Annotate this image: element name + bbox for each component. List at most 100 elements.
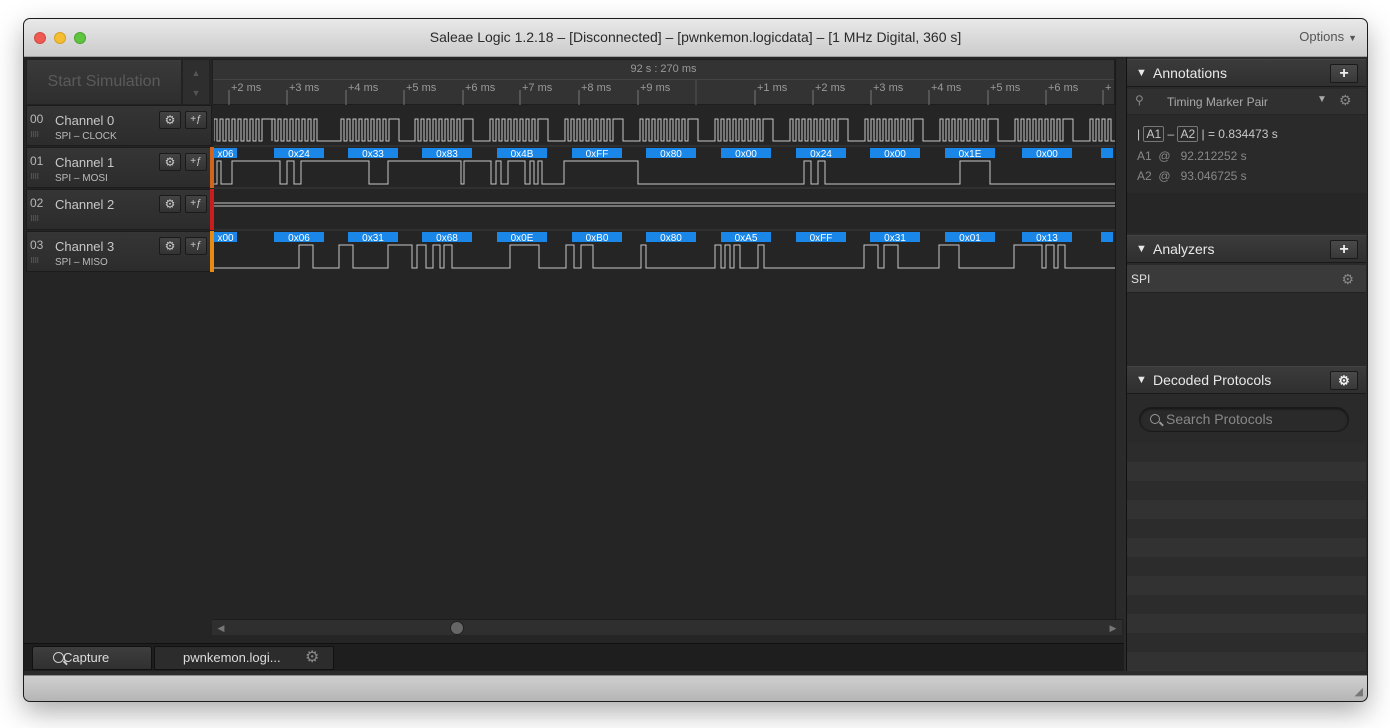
mosi-byte-label: 0x00 bbox=[735, 149, 757, 160]
options-menu[interactable]: Options ▼ bbox=[1299, 29, 1357, 44]
chevron-down-icon: ▼ bbox=[1348, 33, 1357, 43]
ruler-tick-label: +6 ms bbox=[465, 82, 496, 94]
chevron-down-icon[interactable]: ▼ bbox=[1317, 94, 1327, 105]
a1-value: 92.212252 s bbox=[1180, 149, 1247, 163]
miso-byte-label: 0xFF bbox=[810, 233, 833, 244]
clock-waveform bbox=[214, 118, 1115, 142]
drag-handle-icon[interactable]: ⠿⠿ bbox=[30, 173, 39, 181]
arrow-up-icon: ▲ bbox=[191, 68, 201, 78]
analyzer-item-spi[interactable]: SPI ⚙ bbox=[1127, 265, 1366, 293]
timeline-ruler[interactable]: 92 s : 270 ms +2 ms +3 ms +4 ms +5 ms +6 ms +… bbox=[212, 59, 1115, 106]
drag-handle-icon[interactable]: ⠿⠿ bbox=[30, 131, 39, 139]
gear-icon[interactable]: ⚙ bbox=[159, 111, 181, 129]
channel-analyzer-label: SPI – MISO bbox=[55, 257, 108, 268]
ruler-tick-label: +8 ms bbox=[581, 82, 612, 94]
decoded-protocols-header[interactable]: ▼ Decoded Protocols ⚙ bbox=[1127, 366, 1366, 394]
miso-byte-label: 0x13 bbox=[1036, 233, 1058, 244]
gear-icon[interactable]: ⚙ bbox=[159, 237, 181, 255]
analyzers-title: Analyzers bbox=[1153, 241, 1215, 257]
waveform-canvas[interactable]: x06 0x24 0x33 0x83 0x4B 0xFF 0x80 0x00 0x24 0x00 0… bbox=[214, 105, 1115, 273]
center-time-label: 92 s : 270 ms bbox=[213, 60, 1114, 80]
resize-grip-icon[interactable]: ◢ bbox=[1355, 685, 1363, 698]
delta-value: = 0.834473 s bbox=[1207, 127, 1278, 141]
miso-byte-label: 0x31 bbox=[362, 233, 384, 244]
arrow-down-icon: ▼ bbox=[191, 88, 201, 98]
channel-row[interactable]: 03 ⠿⠿ Channel 3 SPI – MISO ⚙ +ƒ bbox=[26, 231, 212, 272]
ruler-tick-label: +3 ms bbox=[289, 82, 320, 94]
channel-analyzer-label: SPI – MOSI bbox=[55, 173, 108, 184]
mosi-byte-label: 0x00 bbox=[1036, 149, 1058, 160]
tab-capture-label: Capture bbox=[63, 650, 110, 665]
status-bar: ◢ bbox=[24, 675, 1367, 701]
miso-byte-label: 0x80 bbox=[660, 233, 682, 244]
horizontal-scrollbar[interactable]: ◀ ▶ bbox=[212, 619, 1122, 635]
marker-delta: | A1 – A2 | = 0.834473 s bbox=[1137, 126, 1278, 142]
window-title: Saleae Logic 1.2.18 – [Disconnected] – [… bbox=[429, 29, 962, 45]
mosi-waveform bbox=[214, 160, 1115, 185]
trigger-icon[interactable]: +ƒ bbox=[185, 111, 207, 129]
channel-name[interactable]: Channel 1 bbox=[55, 155, 114, 170]
channel-row[interactable]: 02 ⠿⠿ Channel 2 ⚙ +ƒ bbox=[26, 189, 212, 230]
scroll-thumb[interactable] bbox=[450, 621, 464, 635]
vertical-scrollbar[interactable] bbox=[1115, 59, 1124, 619]
gear-icon[interactable]: ⚙ bbox=[1341, 265, 1354, 293]
tab-bar: Capture pwnkemon.logi... ⚙ bbox=[24, 643, 1124, 671]
marker-pair-label: Timing Marker Pair bbox=[1167, 95, 1268, 109]
ruler-tick-label: +5 ms bbox=[990, 82, 1021, 94]
gear-icon[interactable]: ⚙ bbox=[159, 195, 181, 213]
scroll-right-icon[interactable]: ▶ bbox=[1106, 622, 1120, 634]
decoded-settings-button[interactable]: ⚙ bbox=[1330, 371, 1358, 390]
channel-number: 01 bbox=[30, 154, 44, 168]
a1-badge: A1 bbox=[1143, 126, 1165, 142]
miso-byte-label: 0x06 bbox=[288, 233, 310, 244]
mosi-byte-label: x06 bbox=[217, 149, 234, 160]
a2-badge: A2 bbox=[1177, 126, 1199, 142]
annotations-header[interactable]: ▼ Annotations + bbox=[1127, 59, 1366, 87]
channel-row[interactable]: 00 ⠿⠿ Channel 0 SPI – CLOCK ⚙ +ƒ bbox=[26, 105, 212, 146]
miso-waveform bbox=[214, 244, 1115, 269]
side-panel: ▼ Annotations + ⚲ Timing Marker Pair ▼ ⚙… bbox=[1126, 57, 1366, 671]
decoded-protocols-list[interactable] bbox=[1127, 443, 1366, 671]
channel-name[interactable]: Channel 0 bbox=[55, 113, 114, 128]
search-protocols-input[interactable]: Search Protocols bbox=[1139, 407, 1349, 432]
channel-name[interactable]: Channel 2 bbox=[55, 197, 114, 212]
channel-number: 03 bbox=[30, 238, 44, 252]
tab-file[interactable]: pwnkemon.logi... ⚙ bbox=[154, 646, 334, 670]
channel-name[interactable]: Channel 3 bbox=[55, 239, 114, 254]
trigger-icon[interactable]: +ƒ bbox=[185, 195, 207, 213]
a1-row: A1 @ 92.212252 s bbox=[1137, 149, 1247, 163]
a2-row: A2 @ 93.046725 s bbox=[1137, 169, 1247, 183]
gear-icon[interactable]: ⚙ bbox=[305, 647, 319, 669]
trigger-icon[interactable]: +ƒ bbox=[185, 153, 207, 171]
trigger-icon[interactable]: +ƒ bbox=[185, 237, 207, 255]
add-annotation-button[interactable]: + bbox=[1330, 64, 1358, 83]
ruler-tick-label: +2 ms bbox=[815, 82, 846, 94]
mosi-byte[interactable] bbox=[1101, 148, 1113, 158]
miso-byte[interactable] bbox=[1101, 232, 1113, 242]
channel-number: 02 bbox=[30, 196, 44, 210]
ruler-tick-label: +1 ms bbox=[757, 82, 788, 94]
miso-byte-label: 0xB0 bbox=[586, 233, 609, 244]
collapse-triangle-icon: ▼ bbox=[1136, 374, 1147, 386]
channel-row[interactable]: 01 ⠿⠿ Channel 1 SPI – MOSI ⚙ +ƒ bbox=[26, 147, 212, 188]
add-analyzer-button[interactable]: + bbox=[1330, 240, 1358, 259]
app-window: Saleae Logic 1.2.18 – [Disconnected] – [… bbox=[24, 19, 1367, 701]
drag-handle-icon[interactable]: ⠿⠿ bbox=[30, 257, 39, 265]
simulation-stepper[interactable]: ▲ ▼ bbox=[182, 59, 210, 105]
scroll-left-icon[interactable]: ◀ bbox=[214, 622, 228, 634]
drag-handle-icon[interactable]: ⠿⠿ bbox=[30, 215, 39, 223]
analyzers-header[interactable]: ▼ Analyzers + bbox=[1127, 235, 1366, 263]
miso-byte-label: 0x01 bbox=[959, 233, 981, 244]
ruler-tick-label: +9 ms bbox=[640, 82, 671, 94]
gear-icon[interactable]: ⚙ bbox=[1339, 92, 1352, 109]
tab-capture[interactable]: Capture bbox=[32, 646, 152, 670]
gear-icon[interactable]: ⚙ bbox=[159, 153, 181, 171]
timing-marker-pair-row[interactable]: ⚲ Timing Marker Pair ▼ ⚙ bbox=[1127, 89, 1366, 115]
mosi-byte-label: 0x80 bbox=[660, 149, 682, 160]
mosi-byte-label: 0x33 bbox=[362, 149, 384, 160]
miso-byte-label: 0xA5 bbox=[735, 233, 758, 244]
options-label: Options bbox=[1299, 29, 1345, 44]
at-symbol: @ bbox=[1158, 149, 1171, 163]
annotations-body bbox=[1127, 193, 1366, 233]
start-simulation-button[interactable]: Start Simulation bbox=[26, 59, 182, 105]
